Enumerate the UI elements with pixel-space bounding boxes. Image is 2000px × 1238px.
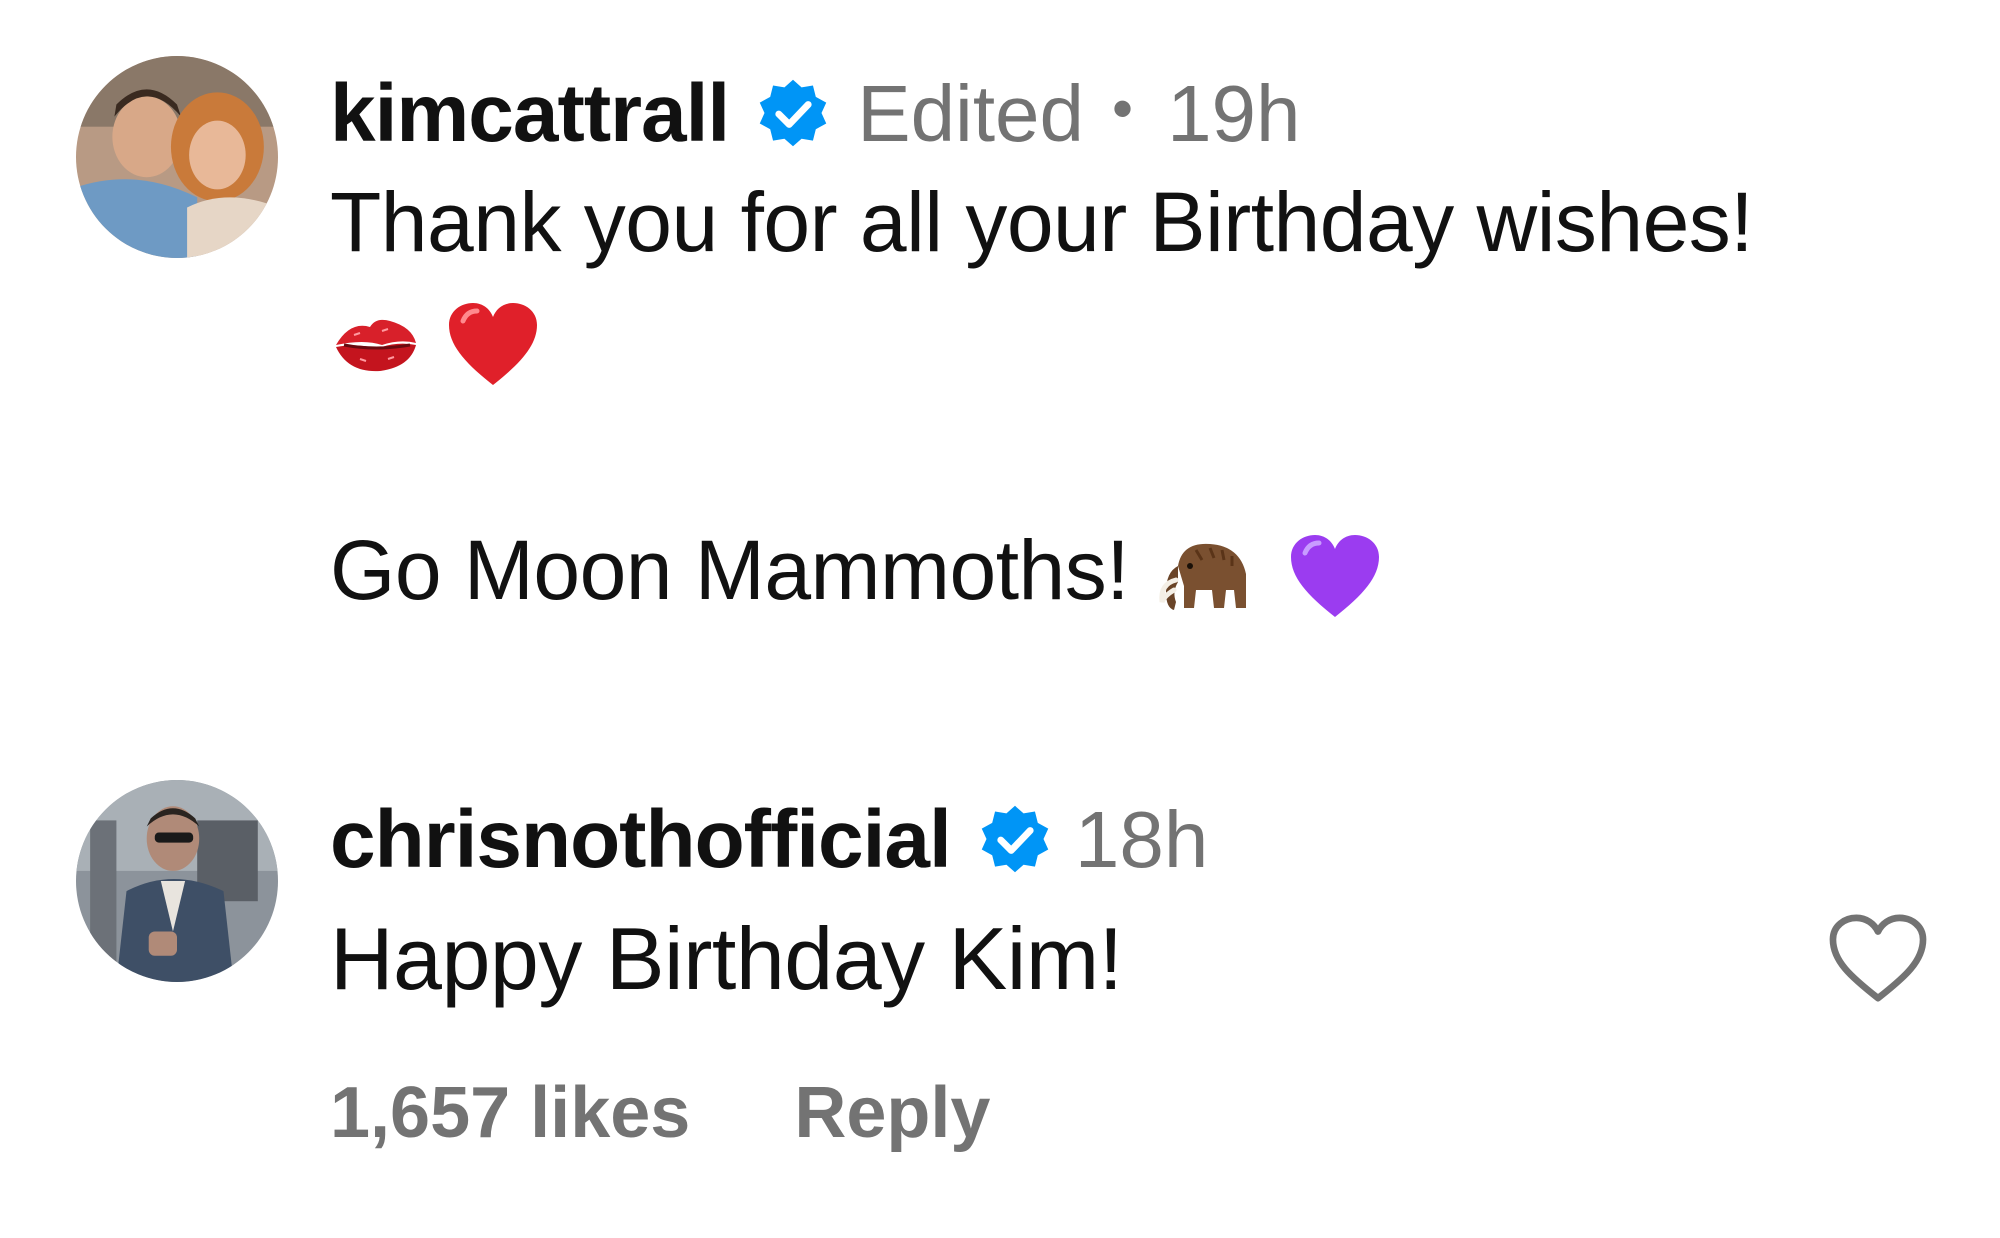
verified-badge-icon xyxy=(977,802,1053,878)
avatar-chrisnothofficial[interactable] xyxy=(76,780,278,982)
reply-button[interactable]: Reply xyxy=(794,1073,990,1153)
username[interactable]: kimcattrall xyxy=(330,67,730,161)
comment-text: Go Moon Mammoths! xyxy=(330,523,1130,617)
avatar-kimcattrall[interactable] xyxy=(76,56,278,258)
separator-dot: • xyxy=(1112,74,1134,142)
comment-text: Happy Birthday Kim! xyxy=(330,909,1123,1008)
comment-text-line2: Go Moon Mammoths! xyxy=(330,522,1383,623)
comment-emoji-row xyxy=(330,290,541,391)
purple-heart-icon xyxy=(1287,531,1383,623)
username[interactable]: chrisnothofficial xyxy=(330,793,952,887)
mammoth-icon xyxy=(1156,536,1252,618)
timestamp[interactable]: 18h xyxy=(1075,794,1208,886)
comment-footer: 1,657 likes Reply xyxy=(330,1072,990,1154)
comment-text: Thank you for all your Birthday wishes! xyxy=(330,175,1754,269)
kiss-mark-icon xyxy=(330,309,422,381)
likes-count[interactable]: 1,657 likes xyxy=(330,1073,690,1153)
timestamp[interactable]: 19h xyxy=(1167,68,1300,160)
red-heart-icon xyxy=(445,299,541,391)
like-heart-icon[interactable] xyxy=(1826,912,1930,1006)
edited-label: Edited xyxy=(857,69,1085,158)
verified-badge-icon xyxy=(755,76,831,152)
comment-header: kimcattrall Edited • 19h xyxy=(330,64,1301,164)
comment-header: chrisnothofficial 18h xyxy=(330,790,1208,890)
comment-text-line1: Thank you for all your Birthday wishes! xyxy=(330,174,1754,271)
